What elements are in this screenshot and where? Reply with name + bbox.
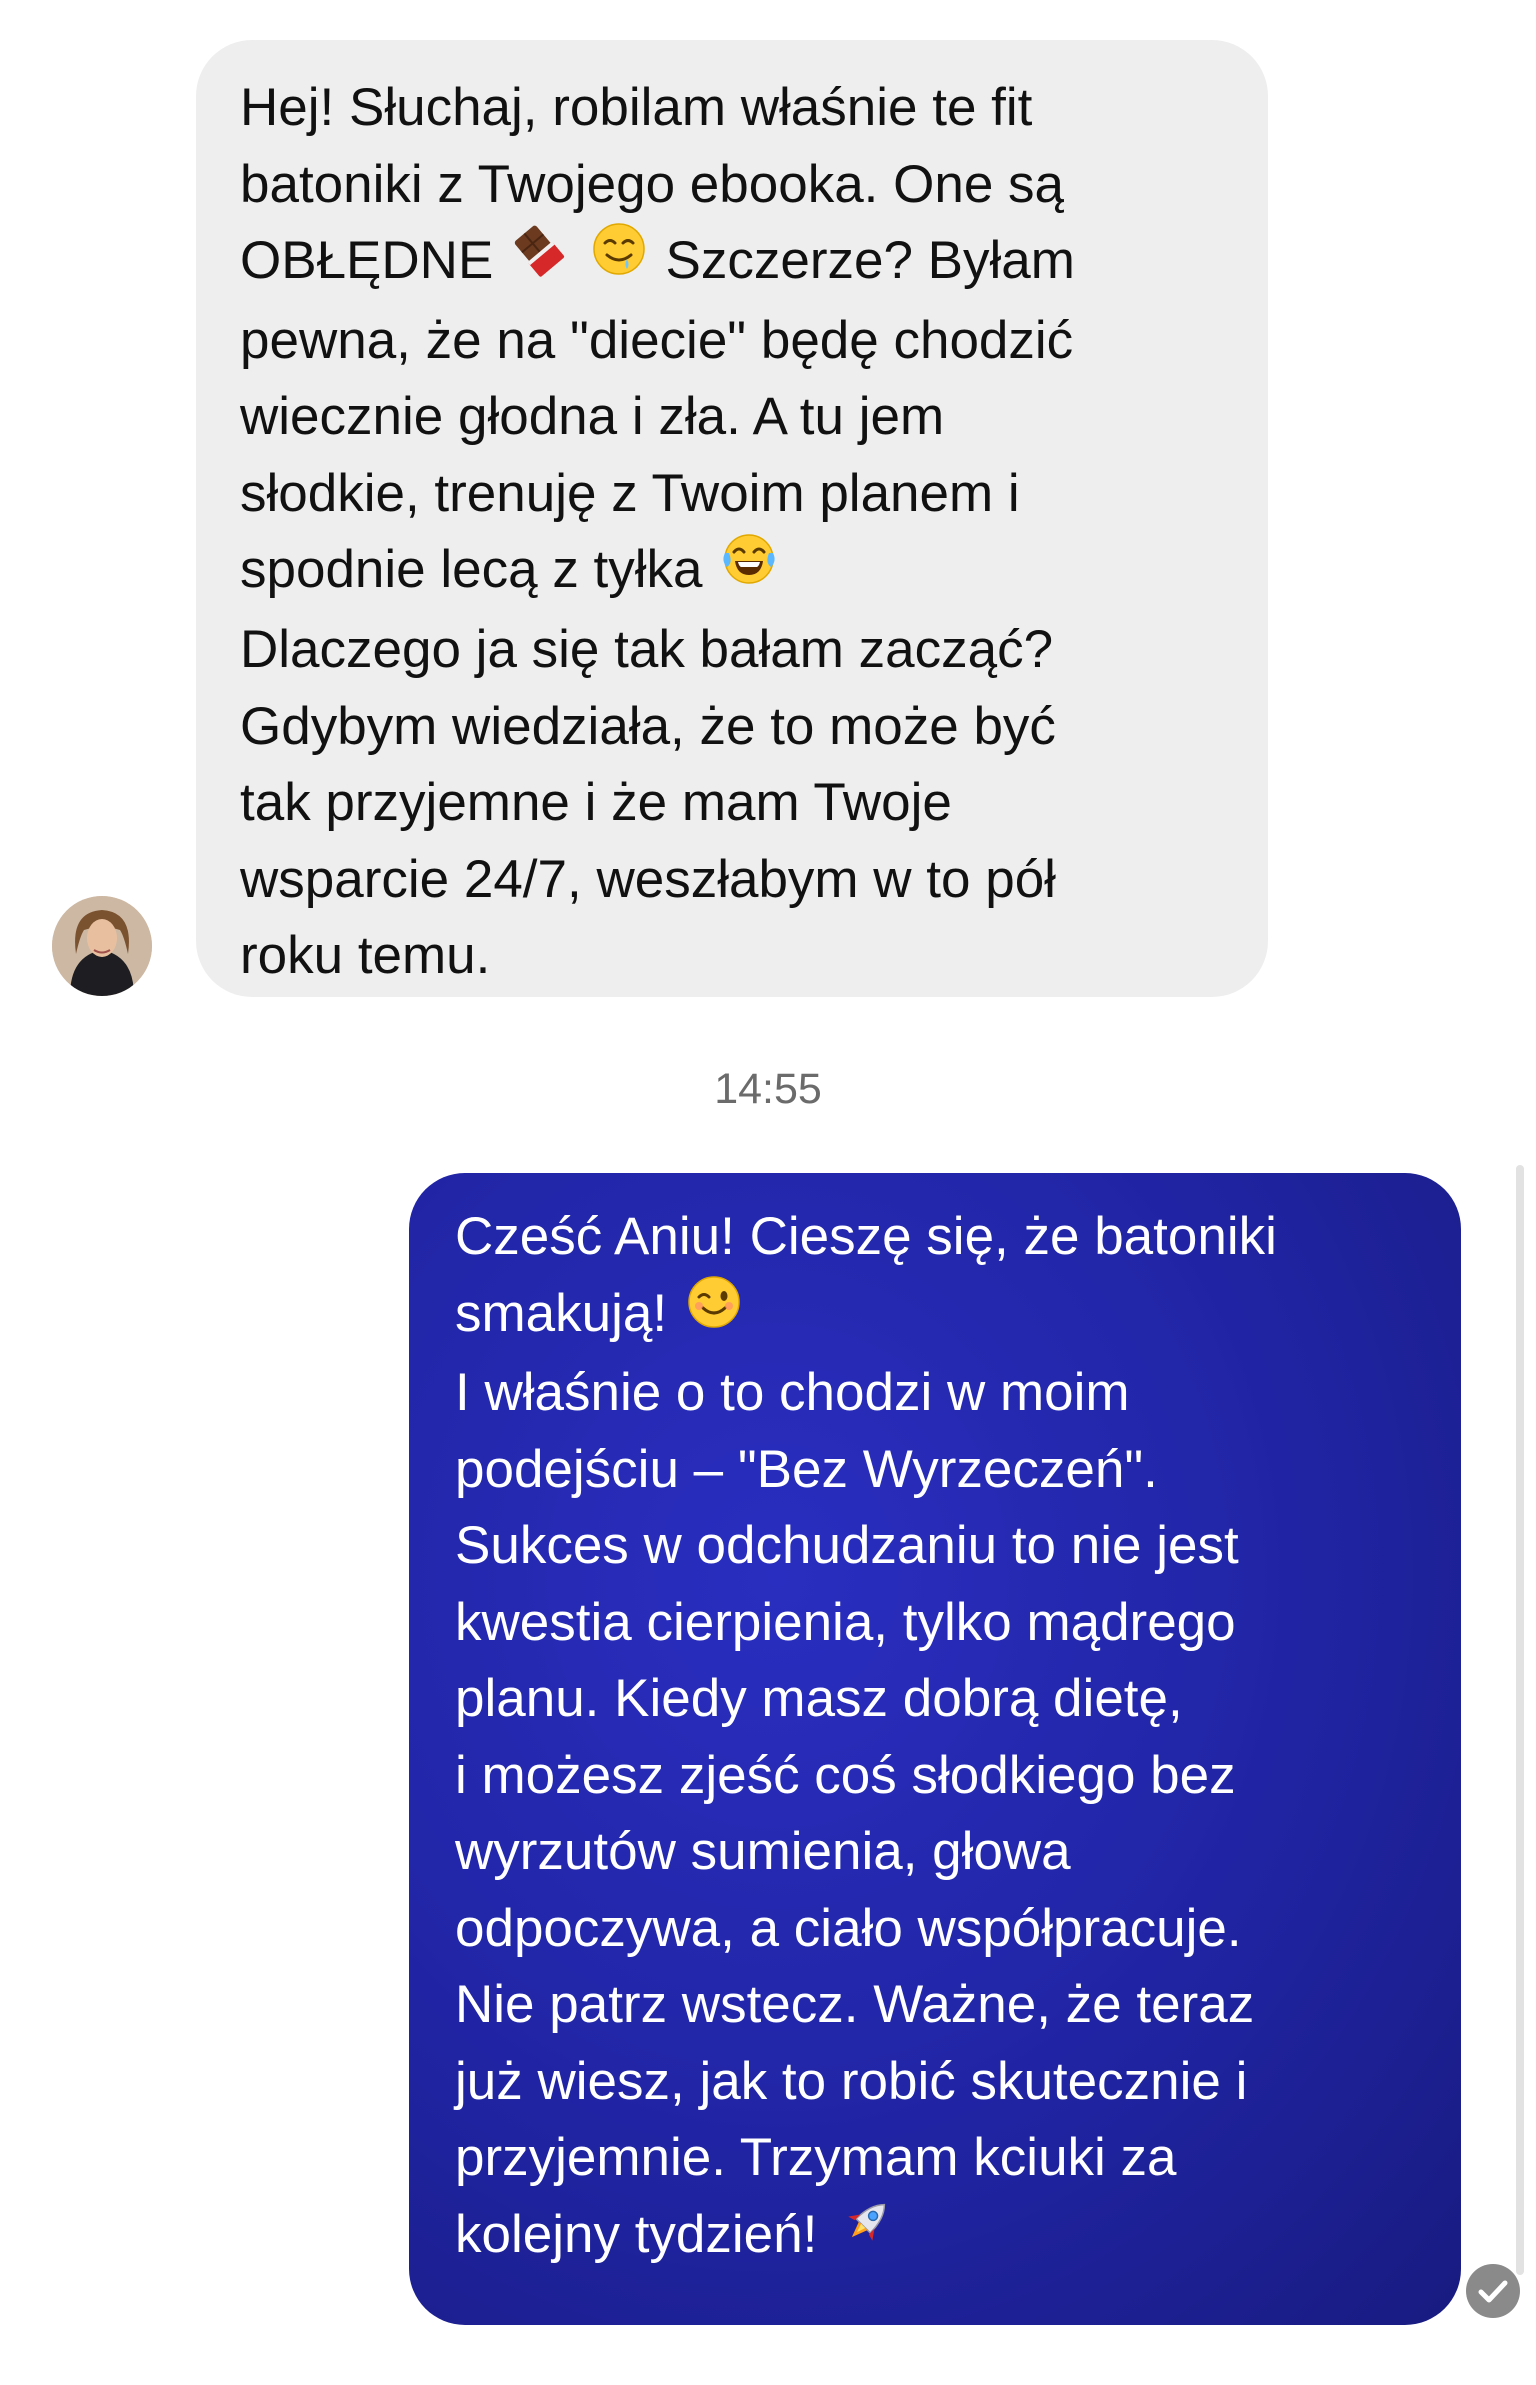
message-line: odpoczywa, a ciało współpracuje. xyxy=(455,1898,1242,1958)
message-text: spodnie lecą z tyłka xyxy=(240,540,703,600)
message-line: wsparcie 24/7, weszłabym w to pół xyxy=(240,849,1056,909)
outgoing-message-bubble[interactable]: Cześć Aniu! Cieszę się, że batoniki smak… xyxy=(409,1173,1461,2325)
message-text: Szczerze? Byłam xyxy=(665,231,1075,290)
message-line-with-emoji: spodnie lecą z tyłka xyxy=(240,532,1228,612)
message-line: podejściu – "Bez Wyrzeczeń". xyxy=(455,1439,1158,1499)
message-line: słodkie, trenuję z Twoim planem i xyxy=(240,463,1020,523)
read-receipt-icon xyxy=(1466,2264,1520,2318)
message-line: planu. Kiedy masz dobrą dietę, xyxy=(455,1669,1183,1729)
message-line: i możesz zjeść coś słodkiego bez xyxy=(455,1745,1236,1805)
message-line: Hej! Słuchaj, robilam właśnie te fit xyxy=(240,78,1033,137)
message-line: wiecznie głodna i zła. A tu jem xyxy=(240,387,945,447)
message-line: batoniki z Twojego ebooka. One są xyxy=(240,154,1065,214)
winking-face-icon xyxy=(686,1274,742,1352)
avatar[interactable] xyxy=(52,896,152,996)
message-line: roku temu. xyxy=(240,926,491,985)
message-line-with-emoji: smakują! xyxy=(455,1276,1431,1356)
message-line-with-emoji: kolejny tydzień! xyxy=(455,2197,1431,2279)
message-line: tak przyjemne i że mam Twoje xyxy=(240,773,952,832)
message-line: Gdybym wiedziała, że to może być xyxy=(240,696,1056,756)
message-line: I właśnie o to chodzi w moim xyxy=(455,1363,1130,1423)
message-line: przyjemnie. Trzymam kciuki za xyxy=(455,2128,1177,2188)
incoming-message-bubble[interactable]: Hej! Słuchaj, robilam właśnie te fit bat… xyxy=(196,40,1268,997)
message-text: smakują! xyxy=(455,1283,668,1343)
rocket-icon xyxy=(836,2193,896,2275)
message-line: Nie patrz wstecz. Ważne, że teraz xyxy=(455,1975,1255,2035)
message-line: wyrzutów sumienia, głowa xyxy=(455,1822,1071,1882)
drooling-face-icon xyxy=(591,221,647,299)
tears-of-joy-icon xyxy=(721,531,777,609)
message-text: OBŁĘDNE xyxy=(240,231,494,290)
message-line: już wiesz, jak to robić skutecznie i xyxy=(455,2051,1248,2111)
message-line: Cześć Aniu! Cieszę się, że batoniki xyxy=(455,1207,1277,1266)
message-line-with-emoji: OBŁĘDNE Szczerze? Byłam xyxy=(240,223,1228,303)
avatar-photo xyxy=(52,896,152,996)
timestamp: 14:55 xyxy=(714,1065,822,1113)
scrollbar[interactable] xyxy=(1516,1165,1524,2275)
message-line: kwestia cierpienia, tylko mądrego xyxy=(455,1592,1236,1652)
chocolate-bar-icon xyxy=(512,221,568,299)
message-line: Dlaczego ja się tak bałam zacząć? xyxy=(240,620,1054,679)
message-line: pewna, że na "diecie" będę chodzić xyxy=(240,310,1074,370)
message-line: Sukces w odchudzaniu to nie jest xyxy=(455,1516,1239,1576)
message-text: kolejny tydzień! xyxy=(455,2204,818,2264)
